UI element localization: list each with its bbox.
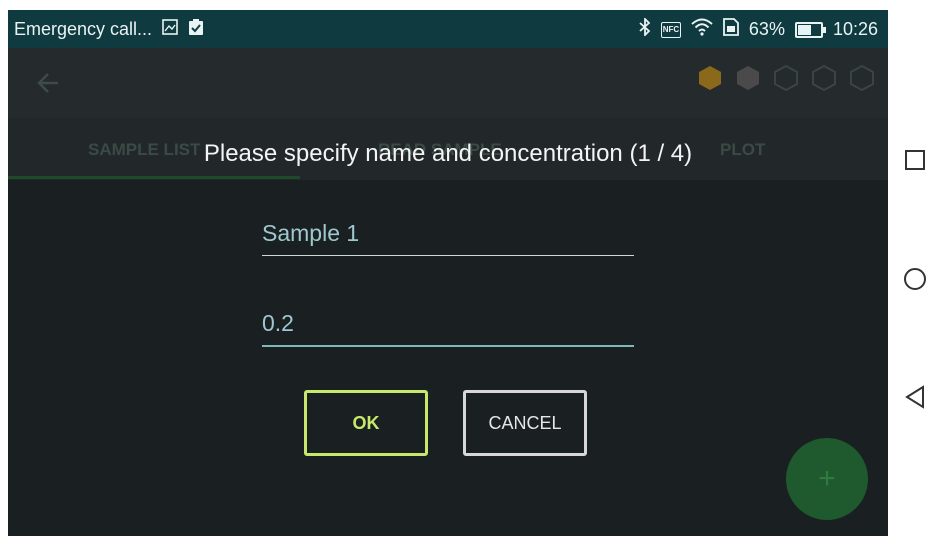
concentration-field[interactable]: 0.2 — [262, 310, 634, 347]
nfc-icon: NFC — [660, 21, 681, 38]
dialog: Please specify name and concentration (1… — [8, 118, 888, 536]
battery-icon — [794, 21, 826, 38]
hexagon-icon-3 — [774, 64, 798, 92]
sample-name-value[interactable]: Sample 1 — [262, 220, 634, 247]
battery-percent: 63% — [748, 19, 785, 39]
concentration-value[interactable]: 0.2 — [262, 310, 634, 337]
sample-name-field[interactable]: Sample 1 — [262, 220, 634, 256]
notification-text: Emergency call... — [14, 19, 153, 39]
back-arrow-icon[interactable] — [36, 70, 60, 101]
sample-name-underline — [262, 255, 634, 256]
clock: 10:26 — [832, 19, 878, 39]
sim-icon — [723, 18, 739, 41]
clipboard-check-icon — [188, 18, 204, 41]
recents-icon[interactable] — [888, 148, 941, 177]
status-bar: Emergency call... NFC 63% 10:26 — [8, 10, 888, 48]
wifi-icon — [691, 18, 713, 41]
home-icon[interactable] — [888, 266, 941, 297]
back-icon[interactable] — [888, 384, 941, 415]
app-bar — [8, 48, 888, 118]
navigation-bar — [888, 0, 941, 536]
battery-fill — [797, 24, 811, 35]
ok-button[interactable]: OK — [304, 390, 428, 456]
device-screen: Emergency call... NFC 63% 10:26 SAMPLE L… — [8, 10, 888, 536]
progress-hexagons — [696, 64, 876, 92]
hexagon-icon-2 — [737, 66, 759, 90]
image-icon — [162, 19, 178, 40]
cancel-button[interactable]: CANCEL — [463, 390, 587, 456]
hexagon-icon-4 — [812, 64, 836, 92]
bluetooth-icon — [639, 16, 651, 41]
concentration-underline — [262, 345, 634, 347]
hexagon-icon-1 — [699, 66, 721, 90]
hexagon-icon-5 — [850, 64, 874, 92]
dialog-title: Please specify name and concentration (1… — [203, 140, 693, 167]
